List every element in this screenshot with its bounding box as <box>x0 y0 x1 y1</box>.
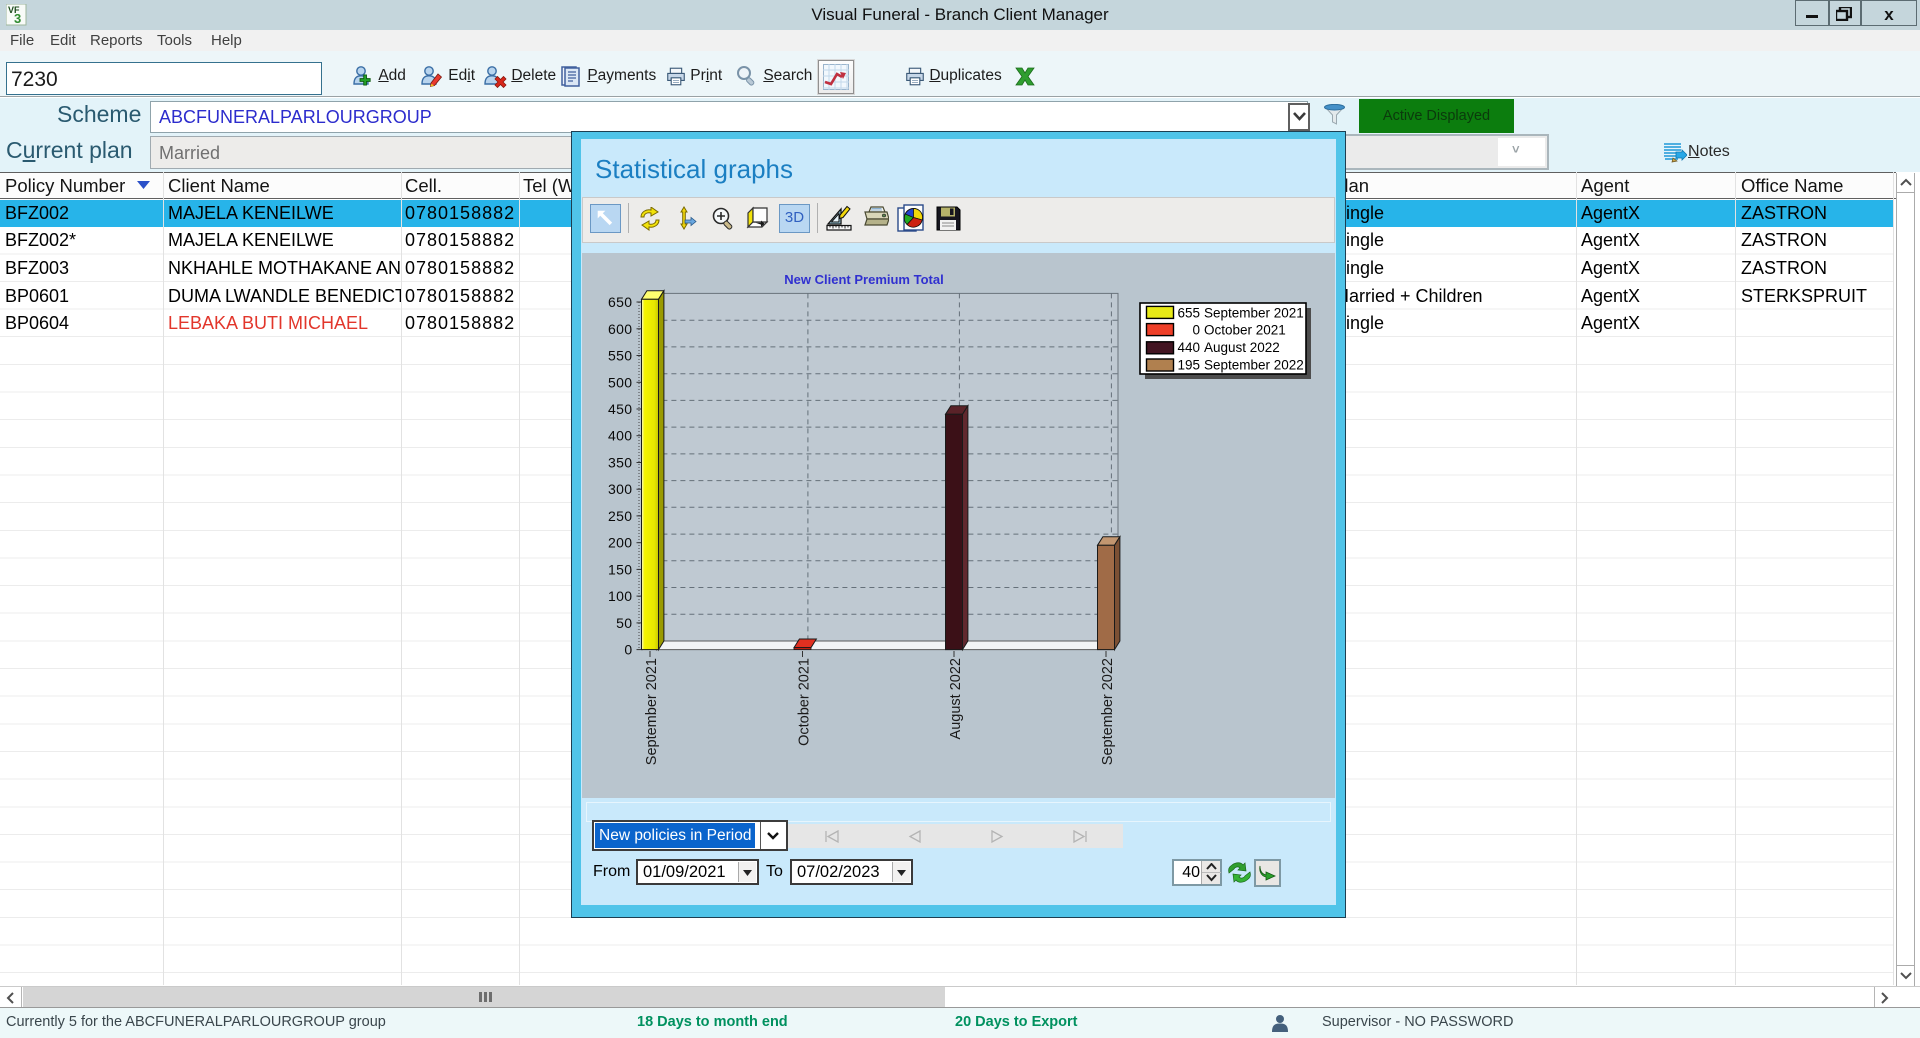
svg-text:400: 400 <box>608 428 633 444</box>
svg-text:450: 450 <box>608 401 633 417</box>
svg-text:200: 200 <box>608 535 633 551</box>
svg-text:100: 100 <box>608 588 633 604</box>
svg-text:October 2021: October 2021 <box>797 658 813 746</box>
svg-text:195: 195 <box>1177 357 1200 372</box>
svg-text:August 2022: August 2022 <box>1204 340 1280 355</box>
svg-text:500: 500 <box>608 374 633 390</box>
svg-text:October 2021: October 2021 <box>1204 323 1286 338</box>
svg-text:September 2021: September 2021 <box>1204 305 1304 320</box>
svg-text:New Client Premium Total: New Client Premium Total <box>784 272 943 287</box>
svg-text:0: 0 <box>624 642 632 658</box>
svg-text:August 2022: August 2022 <box>948 658 964 739</box>
svg-text:300: 300 <box>608 481 633 497</box>
svg-text:655: 655 <box>1177 305 1200 320</box>
svg-text:September 2021: September 2021 <box>644 658 660 765</box>
svg-text:600: 600 <box>608 321 633 337</box>
svg-text:440: 440 <box>1177 340 1200 355</box>
svg-text:3: 3 <box>14 11 21 26</box>
svg-text:650: 650 <box>608 294 633 310</box>
svg-text:50: 50 <box>616 615 632 631</box>
svg-text:350: 350 <box>608 455 633 471</box>
svg-text:September 2022: September 2022 <box>1100 658 1116 765</box>
svg-text:0: 0 <box>1192 323 1200 338</box>
svg-text:550: 550 <box>608 348 633 364</box>
svg-text:150: 150 <box>608 561 633 577</box>
svg-text:September 2022: September 2022 <box>1204 357 1304 372</box>
svg-text:250: 250 <box>608 508 633 524</box>
